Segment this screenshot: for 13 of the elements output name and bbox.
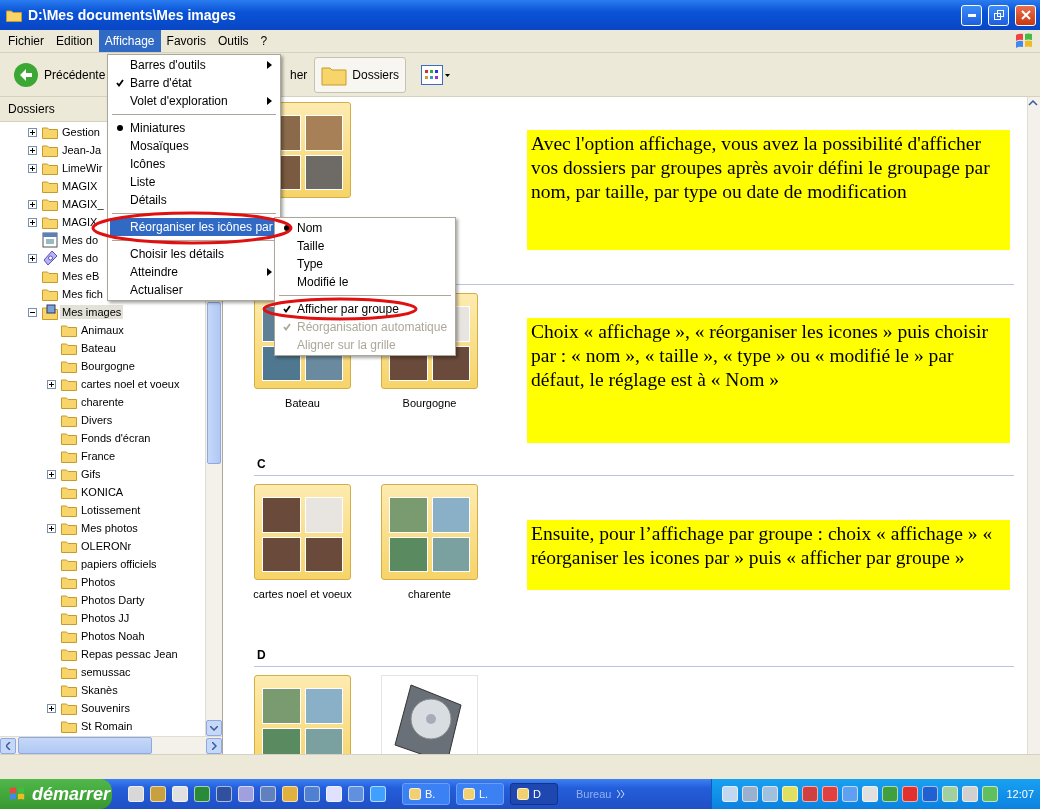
note: Avec l'option affichage, vous avez la possibilité d'afficher vos dossiers par groupes après avoir défini le groupage par nom, par taille, par type ou date de modification — [527, 130, 1010, 250]
note: Ensuite, pour l’affichage par groupe : choix « affichage » « réorganiser les icones par » puis « afficher par groupe » — [527, 520, 1010, 590]
group-header: C — [256, 457, 266, 473]
folder-name: cartes noel et voeux — [253, 588, 352, 600]
note: Choix « affichage », « réorganiser les icones » puis choisir par : « nom », « taille », « type » ou « modifié le » par défaut, le réglage est à « Nom » — [527, 318, 1010, 443]
folder-name: Bourgogne — [402, 397, 457, 409]
folder-name: charente — [408, 588, 451, 600]
clock: 12:07 — [1006, 788, 1034, 800]
toolbar-label: Bureau — [576, 788, 612, 800]
pane-title: Dossiers — [8, 102, 55, 116]
folder-name: Bateau — [285, 397, 320, 409]
window-title: D:\Mes documents\Mes images — [28, 7, 237, 23]
group-header: D — [256, 648, 266, 664]
